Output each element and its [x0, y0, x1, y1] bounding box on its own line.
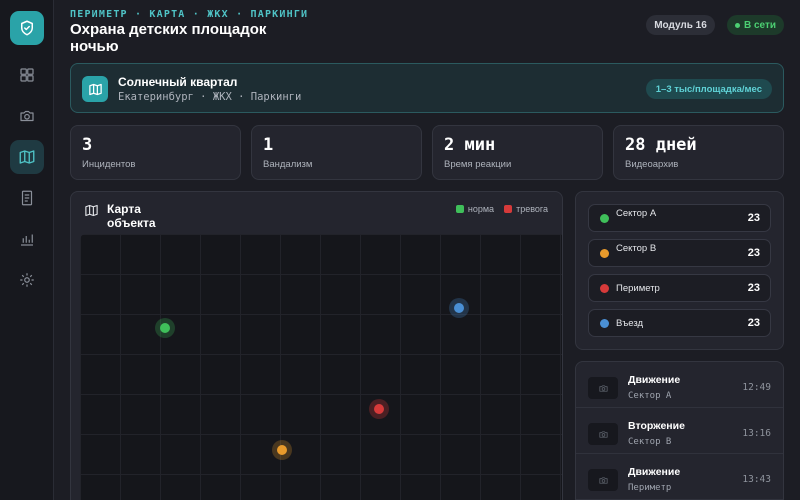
- sector-count: 23: [747, 212, 760, 224]
- event-title: Движение: [628, 374, 681, 386]
- event-location: Периметр: [628, 483, 672, 493]
- stat-card-incidents: 3 Инцидентов: [70, 125, 241, 180]
- event-time: 12:49: [742, 382, 771, 393]
- nav-settings[interactable]: [10, 263, 44, 297]
- event-thumbnail: [588, 423, 618, 445]
- sector-row[interactable]: Сектор В 23: [588, 239, 771, 267]
- banner-map-icon-box: [82, 76, 108, 102]
- sidebar: [0, 0, 54, 500]
- app-logo[interactable]: [10, 11, 44, 45]
- stat-label: Время реакции: [444, 159, 512, 170]
- stat-value: 1: [263, 135, 274, 155]
- event-title: Движение: [628, 466, 681, 478]
- stat-value: 28 дней: [625, 135, 697, 155]
- legend-swatch-normal: [455, 205, 464, 213]
- map-marker-orange[interactable]: [272, 440, 292, 460]
- stat-value: 2 мин: [444, 135, 496, 155]
- event-location: Сектор А: [628, 391, 672, 401]
- event-thumbnail: [588, 469, 618, 491]
- event-time: 13:16: [742, 428, 771, 439]
- module-badge: Модуль 16: [646, 15, 715, 35]
- camera-icon: [20, 110, 34, 122]
- event-row[interactable]: Движение Сектор А 12:49: [576, 362, 783, 408]
- nav-cameras[interactable]: [10, 99, 44, 133]
- sector-count: 23: [747, 317, 760, 329]
- legend-item-alarm: тревога: [504, 204, 548, 214]
- map-icon: [19, 150, 35, 164]
- event-thumbnail: [588, 377, 618, 399]
- sector-count: 23: [747, 282, 760, 294]
- page-title: Охрана детских площадок ночью: [70, 21, 267, 55]
- sector-count: 23: [747, 247, 760, 259]
- sector-name: Периметр: [616, 283, 660, 294]
- stat-card-response-time: 2 мин Время реакции: [432, 125, 603, 180]
- nav-analytics[interactable]: [10, 222, 44, 256]
- camera-icon: [598, 430, 608, 438]
- stat-label: Вандализм: [263, 159, 313, 170]
- price-tag: 1–3 тыс/площадка/мес: [645, 79, 772, 99]
- map-icon: [88, 83, 102, 95]
- legend-label: тревога: [516, 204, 548, 214]
- camera-icon: [598, 476, 608, 484]
- sector-name: Сектор А: [616, 208, 657, 219]
- event-location: Сектор В: [628, 437, 672, 447]
- shield-icon: [21, 20, 33, 36]
- sector-row[interactable]: Сектор А 23: [588, 204, 771, 232]
- map-icon: [85, 204, 98, 217]
- sector-row[interactable]: Периметр 23: [588, 274, 771, 302]
- banner-subtitle: Екатеринбург · ЖКХ · Паркинги: [118, 91, 302, 103]
- legend-item-normal: норма: [455, 204, 495, 214]
- sector-status-dot: [600, 319, 609, 328]
- event-time: 13:43: [742, 474, 771, 485]
- status-dot: [734, 22, 740, 28]
- nav-reports[interactable]: [10, 181, 44, 215]
- stat-value: 3: [82, 135, 93, 155]
- sector-status-dot: [600, 249, 609, 258]
- map-canvas[interactable]: [80, 234, 562, 500]
- breadcrumb: ПЕРИМЕТР · КАРТА · ЖКХ · ПАРКИНГИ: [70, 9, 309, 20]
- sector-status-dot: [600, 214, 609, 223]
- status-label: В сети: [743, 19, 777, 31]
- events-panel: Движение Сектор А 12:49 Вторжение Сектор…: [575, 361, 784, 500]
- object-banner[interactable]: Солнечный квартал Екатеринбург · ЖКХ · П…: [70, 63, 784, 113]
- event-title: Вторжение: [628, 420, 685, 432]
- chart-icon: [21, 234, 33, 246]
- stat-card-vandalism: 1 Вандализм: [251, 125, 422, 180]
- sector-name: Сектор В: [616, 243, 657, 254]
- stat-label: Инцидентов: [82, 159, 136, 170]
- document-icon: [21, 190, 33, 206]
- map-legend: норма тревога: [455, 204, 548, 214]
- gear-icon: [20, 273, 34, 287]
- map-title: Карта объекта: [107, 202, 156, 230]
- legend-swatch-alarm: [504, 205, 513, 213]
- camera-icon: [598, 384, 608, 392]
- event-row[interactable]: Вторжение Сектор В 13:16: [576, 408, 783, 454]
- sector-row[interactable]: Въезд 23: [588, 309, 771, 337]
- sector-panel: Сектор А 23 Сектор В 23 Периметр 23 Въез…: [575, 191, 784, 350]
- event-row[interactable]: Движение Периметр 13:43: [576, 454, 783, 500]
- nav-dashboard[interactable]: [10, 58, 44, 92]
- legend-label: норма: [467, 204, 495, 214]
- nav-map[interactable]: [10, 140, 44, 174]
- status-badge: В сети: [727, 15, 784, 35]
- stat-card-video-archive: 28 дней Видеоархив: [613, 125, 784, 180]
- map-marker-green[interactable]: [155, 318, 175, 338]
- map-panel: Карта объекта норма тревога: [70, 191, 563, 500]
- dashboard-icon: [20, 68, 34, 82]
- map-marker-red[interactable]: [369, 399, 389, 419]
- sector-name: Въезд: [616, 318, 644, 329]
- map-marker-blue[interactable]: [449, 298, 469, 318]
- stat-label: Видеоархив: [625, 159, 679, 170]
- sector-status-dot: [600, 284, 609, 293]
- banner-title: Солнечный квартал: [118, 75, 238, 89]
